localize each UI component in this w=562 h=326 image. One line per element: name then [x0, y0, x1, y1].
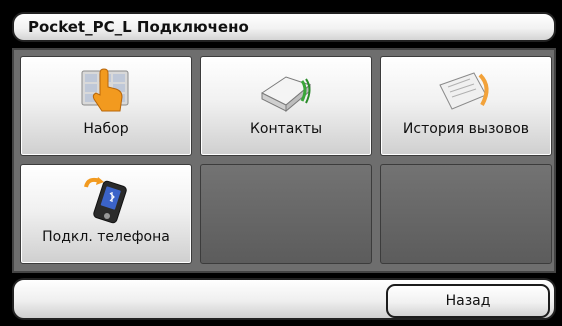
tile-dial[interactable]: Набор [20, 56, 192, 156]
contacts-book-icon [261, 76, 312, 113]
dial-hand-icon [81, 68, 129, 112]
call-history-icon [439, 72, 489, 110]
footer-bar: Назад [12, 278, 556, 320]
tile-empty-1 [200, 164, 372, 264]
title-bar: Pocket_PC_L Подключено [12, 12, 556, 42]
page-title: Pocket_PC_L Подключено [28, 18, 249, 36]
tile-phone-connect-label: Подкл. телефона [42, 229, 170, 245]
menu-panel: Набор Контакты История вызовов Подкл. те… [12, 48, 556, 273]
tile-empty-2 [380, 164, 552, 264]
tile-contacts-label: Контакты [249, 121, 323, 137]
back-button[interactable]: Назад [386, 284, 550, 318]
tile-contacts[interactable]: Контакты [200, 56, 372, 156]
tile-dial-label: Набор [83, 121, 129, 137]
tile-call-history-label: История вызовов [402, 121, 530, 137]
tile-call-history[interactable]: История вызовов [380, 56, 552, 156]
tile-phone-connect[interactable]: Подкл. телефона [20, 164, 192, 264]
phone-connect-icon [84, 177, 127, 224]
